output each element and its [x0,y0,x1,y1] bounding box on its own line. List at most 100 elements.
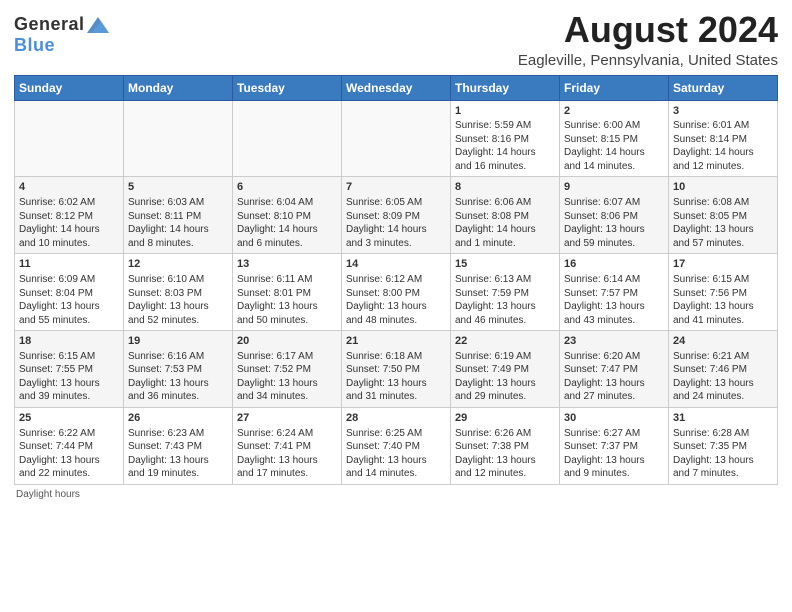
calendar-footer: Daylight hours [14,489,778,500]
day-detail: Daylight: 13 hours and 31 minutes. [346,377,446,404]
calendar-cell: 2Sunrise: 6:00 AMSunset: 8:15 PMDaylight… [560,100,669,177]
day-detail: Sunset: 8:05 PM [673,210,773,224]
day-detail: Sunset: 7:52 PM [237,363,337,377]
calendar-cell: 25Sunrise: 6:22 AMSunset: 7:44 PMDayligh… [15,407,124,484]
day-detail: Sunrise: 6:18 AM [346,350,446,364]
day-detail: Sunset: 8:08 PM [455,210,555,224]
day-detail: Daylight: 13 hours and 24 minutes. [673,377,773,404]
day-detail: Daylight: 13 hours and 7 minutes. [673,454,773,481]
day-detail: Daylight: 13 hours and 43 minutes. [564,300,664,327]
calendar-cell: 29Sunrise: 6:26 AMSunset: 7:38 PMDayligh… [451,407,560,484]
day-number: 21 [346,334,446,349]
day-number: 10 [673,180,773,195]
day-number: 15 [455,257,555,272]
weekday-header-monday: Monday [124,75,233,100]
day-number: 14 [346,257,446,272]
calendar-cell: 20Sunrise: 6:17 AMSunset: 7:52 PMDayligh… [233,331,342,408]
day-detail: Daylight: 13 hours and 17 minutes. [237,454,337,481]
day-detail: Sunrise: 6:14 AM [564,273,664,287]
day-number: 12 [128,257,228,272]
day-detail: Daylight: 13 hours and 48 minutes. [346,300,446,327]
calendar-cell: 26Sunrise: 6:23 AMSunset: 7:43 PMDayligh… [124,407,233,484]
day-detail: Sunrise: 6:25 AM [346,427,446,441]
day-number: 3 [673,104,773,119]
day-detail: Sunset: 7:56 PM [673,287,773,301]
day-detail: Sunrise: 6:03 AM [128,196,228,210]
day-number: 5 [128,180,228,195]
day-detail: Sunrise: 5:59 AM [455,119,555,133]
calendar-cell [342,100,451,177]
day-detail: Daylight: 13 hours and 39 minutes. [19,377,119,404]
weekday-header-tuesday: Tuesday [233,75,342,100]
weekday-header-friday: Friday [560,75,669,100]
day-detail: Sunrise: 6:10 AM [128,273,228,287]
calendar-cell: 28Sunrise: 6:25 AMSunset: 7:40 PMDayligh… [342,407,451,484]
day-detail: Sunset: 7:47 PM [564,363,664,377]
day-number: 8 [455,180,555,195]
logo: General Blue [14,14,109,56]
calendar-cell [15,100,124,177]
calendar-cell: 4Sunrise: 6:02 AMSunset: 8:12 PMDaylight… [15,177,124,254]
logo-icon [87,17,109,33]
calendar-cell: 23Sunrise: 6:20 AMSunset: 7:47 PMDayligh… [560,331,669,408]
calendar-cell: 10Sunrise: 6:08 AMSunset: 8:05 PMDayligh… [669,177,778,254]
calendar-cell: 14Sunrise: 6:12 AMSunset: 8:00 PMDayligh… [342,254,451,331]
calendar-cell: 31Sunrise: 6:28 AMSunset: 7:35 PMDayligh… [669,407,778,484]
day-detail: Sunrise: 6:27 AM [564,427,664,441]
calendar-cell: 3Sunrise: 6:01 AMSunset: 8:14 PMDaylight… [669,100,778,177]
day-detail: Sunset: 8:14 PM [673,133,773,147]
calendar-cell: 11Sunrise: 6:09 AMSunset: 8:04 PMDayligh… [15,254,124,331]
day-detail: Sunset: 7:50 PM [346,363,446,377]
day-detail: Sunset: 7:46 PM [673,363,773,377]
day-detail: Sunrise: 6:15 AM [673,273,773,287]
day-detail: Daylight: 13 hours and 46 minutes. [455,300,555,327]
day-detail: Sunrise: 6:13 AM [455,273,555,287]
day-detail: Daylight: 14 hours and 8 minutes. [128,223,228,250]
calendar-cell: 18Sunrise: 6:15 AMSunset: 7:55 PMDayligh… [15,331,124,408]
day-detail: Sunset: 7:38 PM [455,440,555,454]
day-detail: Daylight: 13 hours and 55 minutes. [19,300,119,327]
day-detail: Daylight: 13 hours and 19 minutes. [128,454,228,481]
calendar-cell: 7Sunrise: 6:05 AMSunset: 8:09 PMDaylight… [342,177,451,254]
calendar-cell [124,100,233,177]
day-number: 23 [564,334,664,349]
day-detail: Sunset: 7:41 PM [237,440,337,454]
day-detail: Sunset: 8:10 PM [237,210,337,224]
calendar-cell: 21Sunrise: 6:18 AMSunset: 7:50 PMDayligh… [342,331,451,408]
calendar-cell: 27Sunrise: 6:24 AMSunset: 7:41 PMDayligh… [233,407,342,484]
day-number: 26 [128,411,228,426]
day-number: 27 [237,411,337,426]
day-detail: Sunrise: 6:15 AM [19,350,119,364]
day-number: 20 [237,334,337,349]
main-title: August 2024 [518,10,778,50]
calendar-table: SundayMondayTuesdayWednesdayThursdayFrid… [14,75,778,485]
calendar-cell: 16Sunrise: 6:14 AMSunset: 7:57 PMDayligh… [560,254,669,331]
day-detail: Daylight: 14 hours and 14 minutes. [564,146,664,173]
day-number: 1 [455,104,555,119]
calendar-cell: 8Sunrise: 6:06 AMSunset: 8:08 PMDaylight… [451,177,560,254]
day-number: 4 [19,180,119,195]
day-detail: Daylight: 13 hours and 14 minutes. [346,454,446,481]
day-detail: Daylight: 13 hours and 36 minutes. [128,377,228,404]
title-section: August 2024 Eagleville, Pennsylvania, Un… [518,10,778,69]
day-detail: Sunrise: 6:22 AM [19,427,119,441]
page-container: General Blue August 2024 Eagleville, Pen… [0,0,792,506]
day-detail: Daylight: 13 hours and 9 minutes. [564,454,664,481]
day-detail: Sunset: 7:49 PM [455,363,555,377]
day-number: 22 [455,334,555,349]
day-number: 29 [455,411,555,426]
day-detail: Sunset: 7:44 PM [19,440,119,454]
day-detail: Sunrise: 6:26 AM [455,427,555,441]
day-number: 11 [19,257,119,272]
day-detail: Sunset: 8:11 PM [128,210,228,224]
day-number: 16 [564,257,664,272]
day-detail: Sunrise: 6:02 AM [19,196,119,210]
weekday-header-thursday: Thursday [451,75,560,100]
day-detail: Sunrise: 6:12 AM [346,273,446,287]
day-number: 2 [564,104,664,119]
day-detail: Sunrise: 6:05 AM [346,196,446,210]
calendar-cell: 6Sunrise: 6:04 AMSunset: 8:10 PMDaylight… [233,177,342,254]
day-detail: Sunset: 8:00 PM [346,287,446,301]
day-detail: Daylight: 14 hours and 3 minutes. [346,223,446,250]
day-detail: Sunrise: 6:20 AM [564,350,664,364]
